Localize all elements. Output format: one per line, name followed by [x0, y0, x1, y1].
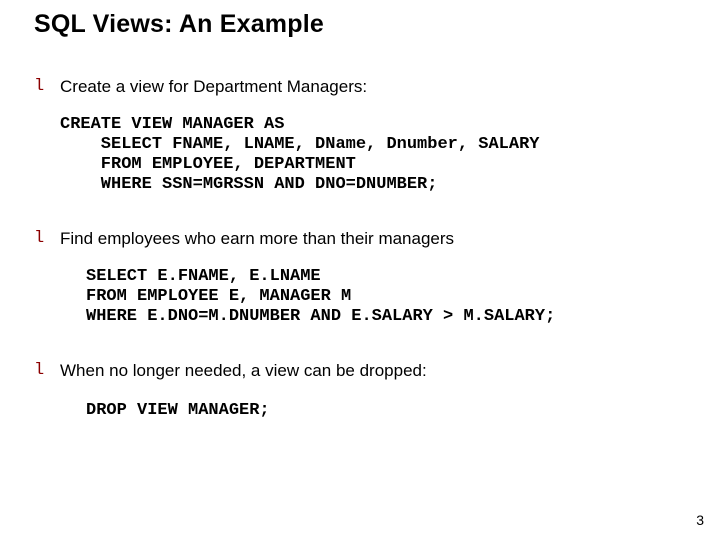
bullet-text: Find employees who earn more than their …: [60, 229, 454, 249]
slide-title: SQL Views: An Example: [34, 10, 686, 39]
bullet-text: Create a view for Department Managers:: [60, 77, 367, 97]
bullet-text: When no longer needed, a view can be dro…: [60, 361, 427, 381]
slide: SQL Views: An Example l Create a view fo…: [0, 0, 720, 540]
page-number: 3: [696, 512, 704, 528]
bullet-item: l Create a view for Department Managers:: [34, 77, 686, 97]
code-block-create-view: CREATE VIEW MANAGER AS SELECT FNAME, LNA…: [60, 115, 686, 195]
bullet-marker: l: [34, 361, 60, 381]
code-block-drop-view: DROP VIEW MANAGER;: [86, 401, 686, 421]
bullet-marker: l: [34, 229, 60, 249]
bullet-item: l When no longer needed, a view can be d…: [34, 361, 686, 381]
bullet-item: l Find employees who earn more than thei…: [34, 229, 686, 249]
bullet-marker: l: [34, 77, 60, 97]
code-block-select: SELECT E.FNAME, E.LNAME FROM EMPLOYEE E,…: [86, 267, 686, 327]
